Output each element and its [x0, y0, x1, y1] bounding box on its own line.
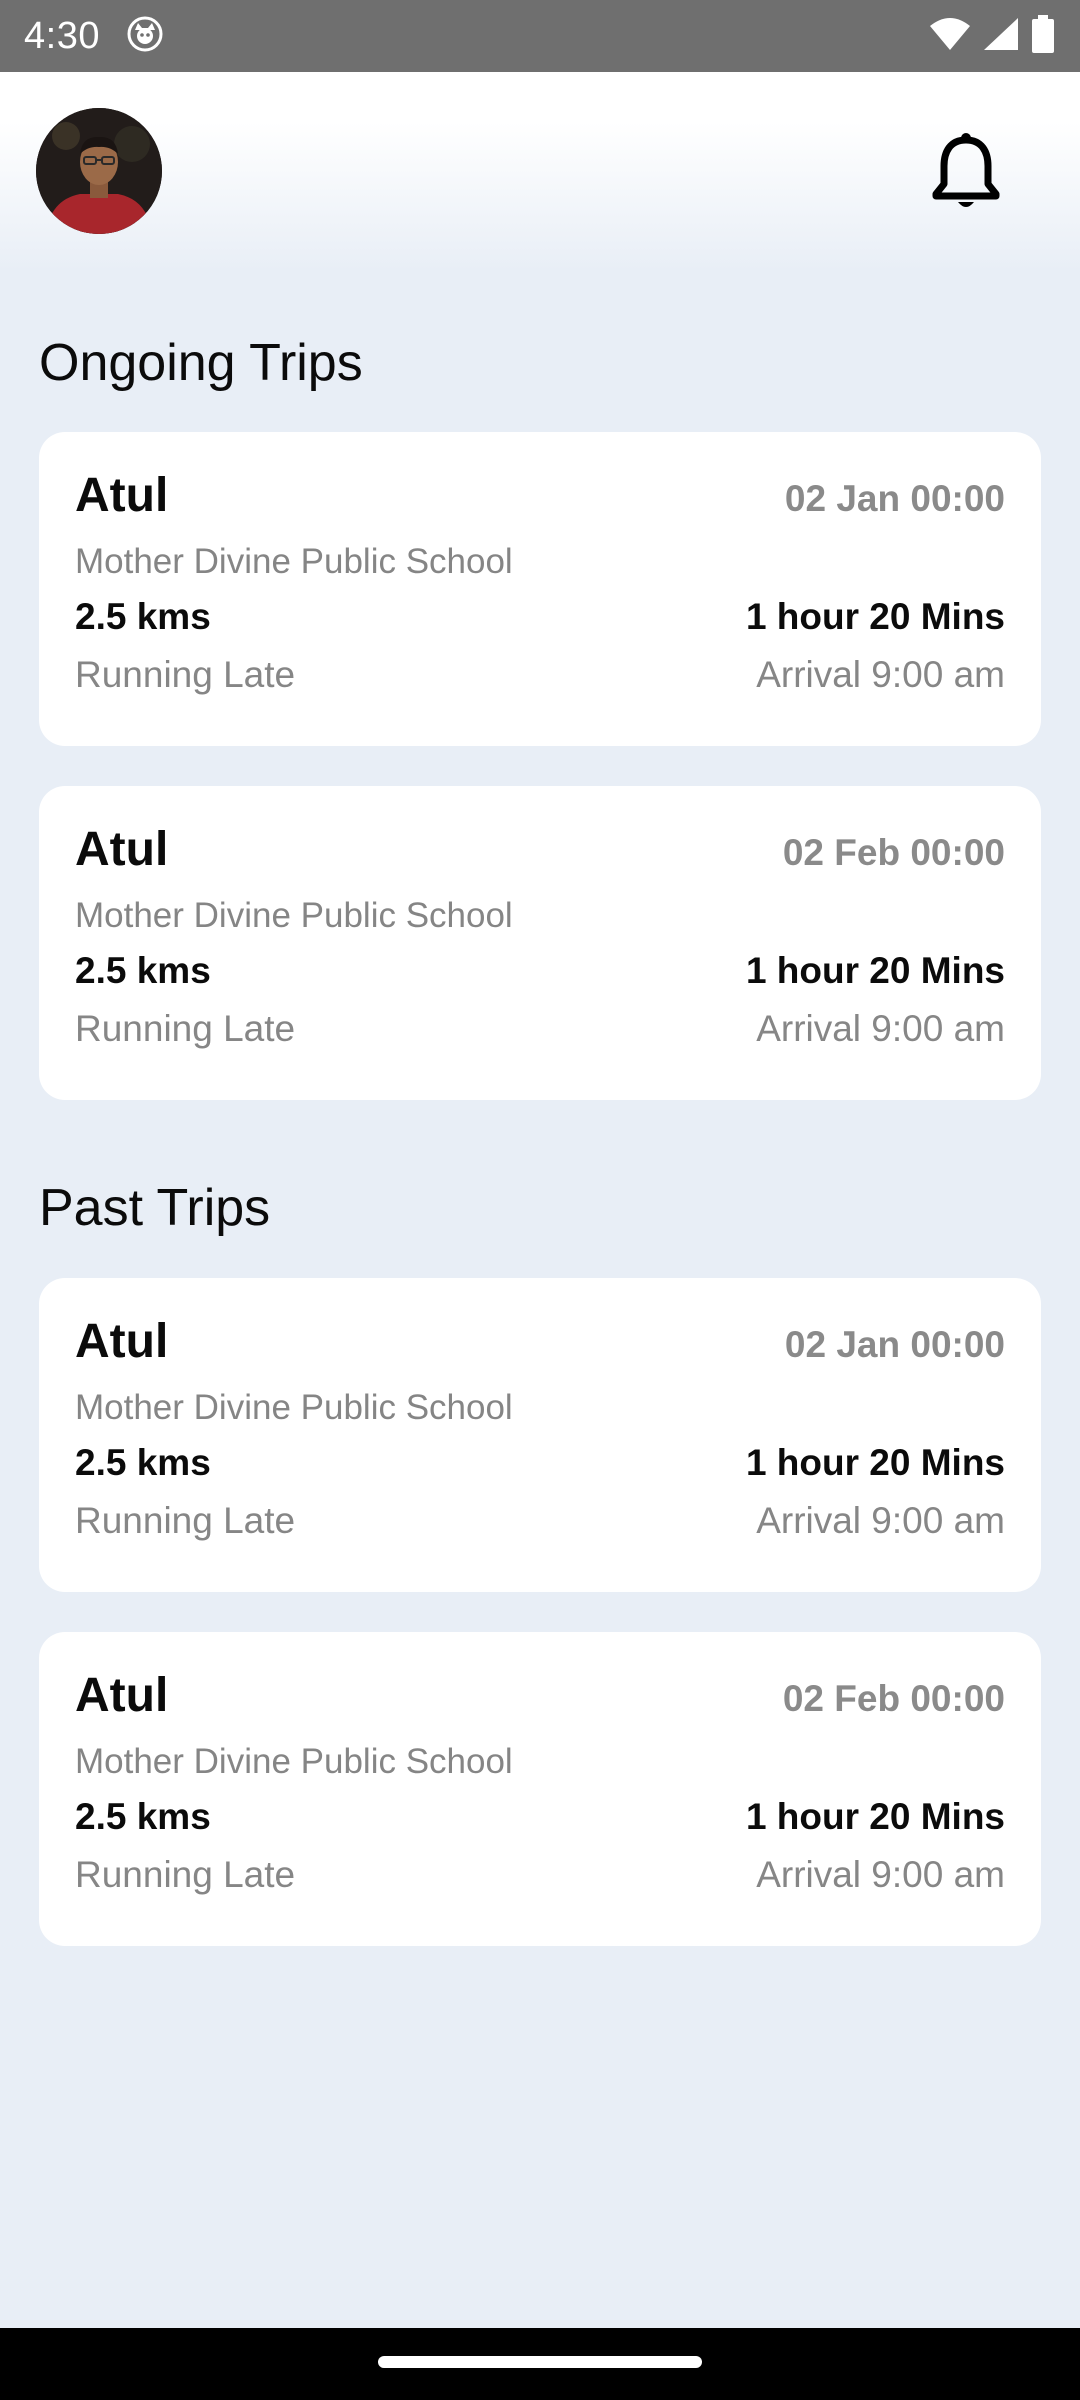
trip-school: Mother Divine Public School — [75, 1388, 513, 1427]
trip-status-row: Running Late Arrival 9:00 am — [75, 1500, 1005, 1542]
trip-school: Mother Divine Public School — [75, 542, 513, 581]
status-time: 4:30 — [24, 14, 100, 57]
trip-name: Atul — [75, 469, 169, 522]
trip-metrics-row: 2.5 kms 1 hour 20 Mins — [75, 1442, 1005, 1484]
battery-icon — [1030, 14, 1056, 59]
trip-school: Mother Divine Public School — [75, 1742, 513, 1781]
trip-datetime: 02 Feb 00:00 — [782, 832, 1005, 873]
trip-status: Running Late — [75, 1854, 296, 1895]
ongoing-trips-title: Ongoing Trips — [39, 334, 363, 392]
home-gesture-handle[interactable] — [378, 2356, 702, 2368]
trip-header-row: Atul 02 Feb 00:00 — [75, 1668, 1005, 1723]
trip-header-row: Atul 02 Jan 00:00 — [75, 1314, 1005, 1369]
cellular-signal-icon — [982, 16, 1020, 57]
trip-distance: 2.5 kms — [75, 1796, 211, 1837]
trip-header-row: Atul 02 Feb 00:00 — [75, 822, 1005, 877]
status-right — [928, 14, 1056, 59]
past-trips-title: Past Trips — [39, 1179, 271, 1237]
status-left: 4:30 — [24, 15, 164, 58]
trip-card[interactable]: Atul 02 Feb 00:00 Mother Divine Public S… — [39, 1632, 1041, 1946]
trip-distance: 2.5 kms — [75, 950, 211, 991]
trip-card[interactable]: Atul 02 Feb 00:00 Mother Divine Public S… — [39, 786, 1041, 1100]
trip-arrival: Arrival 9:00 am — [756, 1854, 1005, 1895]
trip-name: Atul — [75, 1315, 169, 1368]
notification-app-icon — [126, 15, 164, 58]
trip-school-row: Mother Divine Public School — [75, 896, 1005, 936]
trip-school: Mother Divine Public School — [75, 896, 513, 935]
trip-duration: 1 hour 20 Mins — [745, 950, 1005, 991]
trip-duration: 1 hour 20 Mins — [745, 596, 1005, 637]
trip-header-row: Atul 02 Jan 00:00 — [75, 468, 1005, 523]
trip-school-row: Mother Divine Public School — [75, 542, 1005, 582]
bell-icon — [932, 133, 1000, 207]
notification-button[interactable] — [926, 124, 1006, 220]
trip-status: Running Late — [75, 1500, 296, 1541]
trip-arrival: Arrival 9:00 am — [756, 1500, 1005, 1541]
wifi-icon — [928, 16, 972, 57]
trip-datetime: 02 Feb 00:00 — [782, 1678, 1005, 1719]
trip-status-row: Running Late Arrival 9:00 am — [75, 654, 1005, 696]
trip-datetime: 02 Jan 00:00 — [784, 478, 1005, 519]
trip-datetime: 02 Jan 00:00 — [784, 1324, 1005, 1365]
trip-arrival: Arrival 9:00 am — [756, 1008, 1005, 1049]
trip-duration: 1 hour 20 Mins — [745, 1442, 1005, 1483]
trip-metrics-row: 2.5 kms 1 hour 20 Mins — [75, 596, 1005, 638]
trip-name: Atul — [75, 823, 169, 876]
profile-avatar[interactable] — [36, 108, 162, 234]
trip-school-row: Mother Divine Public School — [75, 1742, 1005, 1782]
trip-distance: 2.5 kms — [75, 1442, 211, 1483]
avatar-image — [36, 108, 162, 234]
trip-name: Atul — [75, 1669, 169, 1722]
trip-metrics-row: 2.5 kms 1 hour 20 Mins — [75, 950, 1005, 992]
trip-arrival: Arrival 9:00 am — [756, 654, 1005, 695]
trip-status-row: Running Late Arrival 9:00 am — [75, 1008, 1005, 1050]
trip-school-row: Mother Divine Public School — [75, 1388, 1005, 1428]
trip-status: Running Late — [75, 654, 296, 695]
app-header — [0, 72, 1080, 272]
trip-card[interactable]: Atul 02 Jan 00:00 Mother Divine Public S… — [39, 432, 1041, 746]
trip-duration: 1 hour 20 Mins — [745, 1796, 1005, 1837]
trip-distance: 2.5 kms — [75, 596, 211, 637]
trip-status: Running Late — [75, 1008, 296, 1049]
trip-status-row: Running Late Arrival 9:00 am — [75, 1854, 1005, 1896]
status-bar: 4:30 — [0, 0, 1080, 72]
trip-card[interactable]: Atul 02 Jan 00:00 Mother Divine Public S… — [39, 1278, 1041, 1592]
trip-metrics-row: 2.5 kms 1 hour 20 Mins — [75, 1796, 1005, 1838]
